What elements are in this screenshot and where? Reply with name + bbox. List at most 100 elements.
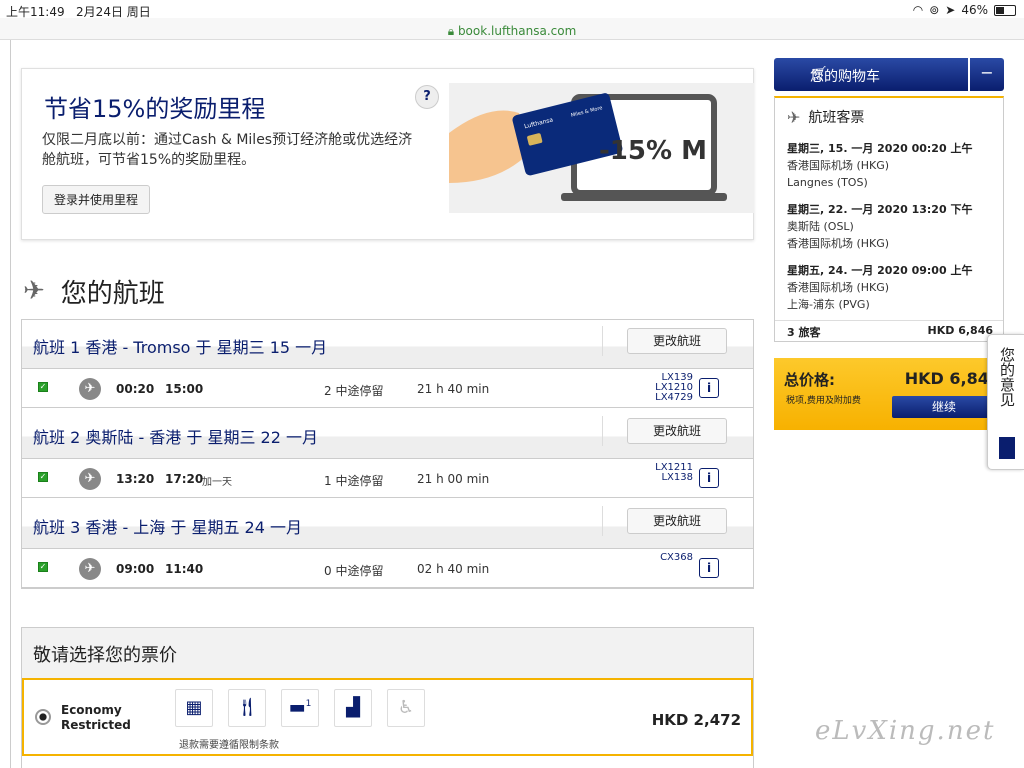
cart-segment: 星期三, 15. 一月 2020 00:20 上午 香港国际机场 (HKG) Lan… (787, 140, 997, 191)
fare-radio-selected[interactable] (35, 709, 51, 725)
segment-origin: 奥斯陆 (OSL) (787, 220, 854, 233)
passenger-count: 3 旅客 (787, 326, 821, 339)
battery-icon (994, 4, 1016, 16)
total-label: 总价格: (784, 371, 835, 389)
stops-count: 0 中途停留 (324, 564, 384, 578)
cart-segment: 星期五, 24. 一月 2020 09:00 上午 香港国际机场 (HKG) 上海-… (787, 262, 997, 313)
segment-datetime: 星期三, 15. 一月 2020 00:20 上午 (787, 142, 973, 155)
battery-level (996, 6, 1005, 14)
page-content: 节省15%的奖励里程 仅限二月底以前：通过Cash & Miles预订经济舱或优… (10, 40, 1024, 768)
fare-option-economy-restricted[interactable]: Economy Restricted ▦ 🍴︎ ▬1 ▟ ♿︎ 退款需要遵循限制… (22, 678, 753, 756)
section-your-flights: ✈︎ 您的航班 (23, 273, 165, 309)
flight-row[interactable]: ✓ ✈︎ 00:20 15:00 2 中途停留 21 h 40 min LX139 LX121… (22, 368, 753, 408)
flight-title: 航班 3 香港 - 上海 于 星期五 24 一月 (33, 518, 303, 537)
stops-count: 2 中途停留 (324, 384, 384, 398)
flight-number: CX368 (660, 552, 693, 563)
shopping-cart-header[interactable]: 🛒︎ 您的购物车 − (774, 58, 1004, 91)
promo-text: 仅限二月底以前：通过Cash & Miles预订经济舱或优选经济舱航班，可节省1… (42, 132, 413, 168)
fare-price: HKD 2,472 (651, 711, 741, 729)
flight-numbers: CX368 (660, 553, 693, 563)
seat-selection-icon[interactable]: ▟ (334, 689, 372, 727)
checkbox-checked[interactable]: ✓ (38, 382, 48, 392)
continue-button[interactable]: 继续 (892, 396, 996, 418)
stops-count: 1 中途停留 (324, 474, 384, 488)
lock-icon: 🔒︎ (447, 24, 455, 38)
discount-text: -15% M (599, 136, 707, 166)
arrival-time: 11:40 (165, 562, 204, 576)
checkbox-checked[interactable]: ✓ (38, 562, 48, 572)
fare-refund-note: 退款需要遵循限制条款 (179, 740, 279, 751)
departure-time: 00:20 (116, 382, 155, 396)
login-use-miles-button[interactable]: 登录并使用里程 (42, 185, 151, 214)
status-indicators: ◠ ⊚ ➤ 46% (913, 3, 1016, 17)
cart-divider (775, 320, 1003, 321)
segment-destination: 上海-浦东 (PVG) (787, 298, 870, 311)
status-date: 2月24日 周日 (76, 5, 151, 19)
flight-numbers: LX1211 LX138 (655, 463, 693, 483)
flight-number: LX4729 (655, 392, 693, 403)
arrival-time: 17:20 (165, 472, 204, 486)
cart-title: 您的购物车 (810, 69, 880, 85)
address-bar[interactable]: 🔒︎ book.lufthansa.com (0, 18, 1024, 40)
arrival-time: 15:00 (165, 382, 204, 396)
flight-header: 航班 1 香港 - Tromso 于 星期三 15 一月 更改航班 (22, 320, 753, 368)
flight-duration: 21 h 00 min (417, 472, 490, 486)
total-amount: HKD 6,846 (904, 369, 1000, 388)
flight-number: LX138 (661, 472, 693, 483)
flight-numbers: LX139 LX1210 LX4729 (655, 373, 693, 403)
info-icon[interactable]: i (699, 468, 719, 488)
next-day-label: 加一天 (202, 477, 232, 488)
airplane-icon: ✈︎ (787, 107, 801, 127)
airplane-icon: ✈︎ (79, 558, 101, 580)
segment-datetime: 星期三, 22. 一月 2020 13:20 下午 (787, 203, 973, 216)
cart-section-title: ✈︎ 航班客票 (787, 107, 864, 127)
airplane-icon: ✈︎ (23, 276, 45, 306)
change-flight-button[interactable]: 更改航班 (627, 508, 727, 534)
feedback-tab[interactable]: 您的意见 (987, 334, 1024, 470)
feedback-label: 您的意见 (998, 347, 1016, 407)
segment-destination: 香港国际机场 (HKG) (787, 237, 890, 250)
promo-illustration: Lufthansa Miles & More -15% M (449, 83, 754, 213)
cart-summary: ✈︎ 航班客票 星期三, 15. 一月 2020 00:20 上午 香港国际机场 … (774, 96, 1004, 342)
cart-segment: 星期三, 22. 一月 2020 13:20 下午 奥斯陆 (OSL) 香港国际机场… (787, 201, 997, 252)
fare-name-line2: Restricted (61, 718, 131, 732)
flight-row[interactable]: ✓ ✈︎ 13:20 17:20 加一天 1 中途停留 21 h 00 min LX1211 L… (22, 458, 753, 498)
help-icon[interactable]: ? (415, 85, 439, 109)
cart-collapse-button[interactable]: − (970, 58, 1004, 91)
shopping-cart-bar[interactable]: 🛒︎ 您的购物车 (774, 58, 968, 91)
flight-row[interactable]: ✓ ✈︎ 09:00 11:40 0 中途停留 02 h 40 min CX368 i (22, 548, 753, 588)
cart-section-label: 航班客票 (808, 110, 865, 126)
fare-name: Economy Restricted (61, 703, 131, 733)
flight-header: 航班 3 香港 - 上海 于 星期五 24 一月 更改航班 (22, 500, 753, 548)
section-title: 您的航班 (60, 278, 165, 309)
fare-name-line1: Economy (61, 703, 122, 717)
segment-datetime: 星期五, 24. 一月 2020 09:00 上午 (787, 264, 973, 277)
fare-section-title: 敬请选择您的票价 (22, 628, 753, 678)
change-flight-button[interactable]: 更改航班 (627, 418, 727, 444)
flight-list: 航班 1 香港 - Tromso 于 星期三 15 一月 更改航班 ✓ ✈︎ 00:20… (21, 319, 754, 589)
url-text: book.lufthansa.com (457, 24, 577, 38)
meal-icon[interactable]: 🍴︎ (228, 689, 266, 727)
passenger-price: HKD 6,846 (927, 324, 993, 337)
segment-destination: Langnes (TOS) (787, 176, 868, 189)
location-icon: ➤ (945, 3, 956, 17)
flight-title: 航班 2 奥斯陆 - 香港 于 星期三 22 一月 (33, 428, 319, 447)
promo-title: 节省15%的奖励里程 (44, 95, 266, 123)
baggage-icon[interactable]: ▬1 (281, 689, 319, 727)
date-change-icon[interactable]: ▦ (175, 689, 213, 727)
header-divider (602, 326, 603, 356)
info-icon[interactable]: i (699, 558, 719, 578)
segment-origin: 香港国际机场 (HKG) (787, 281, 890, 294)
total-subtext: 税项,费用及附加费 (786, 396, 861, 406)
status-bar: 上午11:49 2月24日 周日 ◠ ⊚ ➤ 46% (0, 0, 1024, 20)
flight-duration: 21 h 40 min (417, 382, 490, 396)
lock-rotation-icon: ⊚ (929, 3, 940, 17)
airplane-icon: ✈︎ (79, 468, 101, 490)
status-time: 上午11:49 (6, 5, 65, 19)
wheelchair-icon[interactable]: ♿︎ (387, 689, 425, 727)
departure-time: 09:00 (116, 562, 155, 576)
header-divider (602, 416, 603, 446)
info-icon[interactable]: i (699, 378, 719, 398)
checkbox-checked[interactable]: ✓ (38, 472, 48, 482)
change-flight-button[interactable]: 更改航班 (627, 328, 727, 354)
